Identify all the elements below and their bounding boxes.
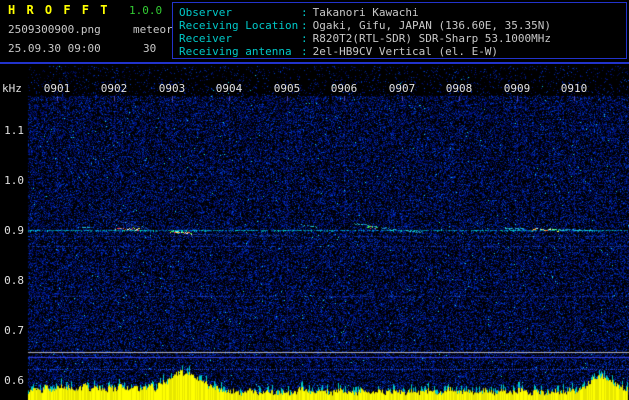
time-tick-label: 0910 <box>560 82 588 95</box>
time-tick-label: 0905 <box>273 82 301 95</box>
time-tick-label: 0906 <box>330 82 358 95</box>
info-row-receiver: Receiver: R820T2(RTL-SDR) SDR-Sharp 53.10… <box>179 32 626 45</box>
freq-tick-label: 0.7 <box>4 324 24 337</box>
output-filename: 2509300900.png <box>8 23 101 36</box>
info-value: Takanori Kawachi <box>312 6 419 19</box>
info-label: Receiving Location <box>179 19 299 32</box>
info-row-observer: Observer: Takanori Kawachi <box>179 6 626 19</box>
info-value: R820T2(RTL-SDR) SDR-Sharp 53.1000MHz <box>312 32 552 45</box>
observation-datetime: 25.09.30 09:00 <box>8 42 101 55</box>
app-version-label: 1.0.0 <box>129 4 163 17</box>
freq-unit-label: kHz <box>2 82 22 95</box>
freq-tick-label: 0.6 <box>4 374 24 387</box>
time-tick-label: 0901 <box>43 82 71 95</box>
info-row-antenna: Receiving antenna:2el-HB9CV Vertical (el… <box>179 45 626 58</box>
time-tick-label: 0904 <box>215 82 243 95</box>
meteor-count: 30 <box>143 42 157 55</box>
freq-tick-label: 0.8 <box>4 274 24 287</box>
station-info-box: Observer: Takanori Kawachi Receiving Loca… <box>172 2 627 59</box>
info-label: Observer <box>179 6 232 19</box>
freq-tick-label: 0.9 <box>4 224 24 237</box>
info-label: Receiving antenna <box>179 45 292 58</box>
app-title: H R O F F T <box>8 3 110 17</box>
hrofft-output-image: H R O F F T 1.0.0 2509300900.png 25.09.3… <box>0 0 629 400</box>
freq-tick-label: 1.1 <box>4 124 24 137</box>
info-colon: : <box>301 32 308 45</box>
info-label: Receiver <box>179 32 232 45</box>
info-colon: : <box>301 45 308 58</box>
info-value: Ogaki, Gifu, JAPAN (136.60E, 35.35N) <box>312 19 552 32</box>
info-value: 2el-HB9CV Vertical (el. E-W) <box>312 45 499 58</box>
time-tick-label: 0909 <box>503 82 531 95</box>
mode-label: meteor <box>133 23 173 36</box>
header-separator-line <box>0 62 629 64</box>
spectrogram-canvas <box>0 0 629 400</box>
info-colon: : <box>301 6 308 19</box>
time-tick-label: 0908 <box>445 82 473 95</box>
time-tick-label: 0902 <box>100 82 128 95</box>
time-tick-label: 0903 <box>158 82 186 95</box>
freq-tick-label: 1.0 <box>4 174 24 187</box>
info-row-location: Receiving Location: Ogaki, Gifu, JAPAN (1… <box>179 19 626 32</box>
time-tick-label: 0907 <box>388 82 416 95</box>
info-colon: : <box>301 19 308 32</box>
